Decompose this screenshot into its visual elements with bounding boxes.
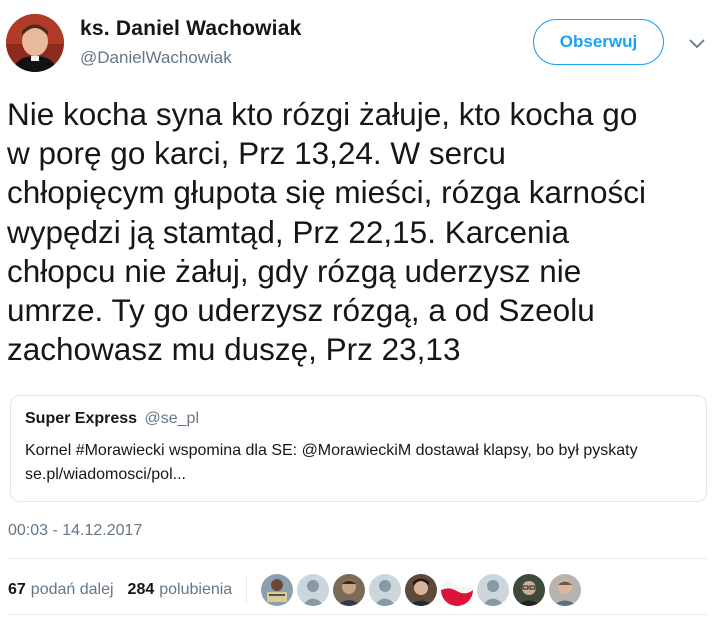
tweet-text-line: chłopcu nie żałuj, gdy rózgą uderzysz ni… — [7, 252, 582, 289]
liker-avatars — [261, 574, 585, 606]
tweet-text-line: wypędzi ją stamtąd, Prz 22,15. Karcenia — [7, 213, 570, 250]
liker-avatar[interactable] — [333, 574, 366, 606]
quoted-tweet[interactable]: Super Express @se_pl Kornel #Morawiecki … — [10, 395, 707, 502]
more-options-button[interactable] — [683, 30, 711, 58]
stats-separator — [246, 576, 248, 604]
tweet-text: Nie kocha syna kto rózgi żałuje, kto koc… — [7, 95, 712, 369]
tweet-text-line: w porę go karci, Prz 13,24. W sercu — [7, 135, 506, 172]
tweet-card: ks. Daniel Wachowiak @DanielWachowiak Ob… — [0, 0, 716, 619]
quoted-tweet-text: Kornel #Morawiecki wspomina dla SE: @Mor… — [25, 439, 700, 487]
quoted-tweet-text-line: Kornel #Morawiecki wspomina dla SE: @Mor… — [25, 442, 638, 459]
author-name[interactable]: ks. Daniel Wachowiak — [80, 17, 301, 41]
retweets-label: podań dalej — [30, 581, 114, 598]
divider — [8, 614, 708, 615]
author-handle[interactable]: @DanielWachowiak — [80, 48, 232, 68]
liker-avatar[interactable] — [549, 574, 582, 606]
likes-stat[interactable]: 284 polubienia — [128, 581, 233, 599]
liker-avatar[interactable] — [261, 574, 294, 606]
chevron-down-icon — [689, 39, 705, 48]
tweet-text-line: zachowasz mu duszę, Prz 23,13 — [7, 331, 461, 368]
quoted-author-name[interactable]: Super Express — [25, 410, 137, 427]
tweet-text-line: umrze. Ty go uderzysz rózgą, a od Szeolu — [7, 292, 595, 329]
quoted-tweet-link[interactable]: se.pl/wiadomosci/pol... — [25, 463, 700, 487]
quoted-tweet-header: Super Express @se_pl — [25, 410, 199, 428]
liker-avatar[interactable] — [477, 574, 510, 606]
tweet-text-line: Nie kocha syna kto rózgi żałuje, kto koc… — [7, 96, 638, 132]
liker-avatar[interactable] — [513, 574, 546, 606]
liker-avatar[interactable] — [405, 574, 438, 606]
retweets-count: 67 — [8, 581, 26, 598]
tweet-timestamp[interactable]: 00:03 - 14.12.2017 — [8, 522, 142, 540]
author-avatar[interactable] — [6, 14, 64, 72]
tweet-stats: 67 podań dalej 284 polubienia — [8, 574, 585, 606]
liker-avatar[interactable] — [441, 574, 474, 606]
tweet-text-line: chłopięcym głupota się mieści, rózga kar… — [7, 174, 647, 211]
likes-label: polubienia — [159, 581, 233, 598]
liker-avatar[interactable] — [369, 574, 402, 606]
follow-button[interactable]: Obserwuj — [533, 19, 664, 65]
likes-count: 284 — [127, 581, 155, 598]
retweets-stat[interactable]: 67 podań dalej — [8, 581, 114, 599]
divider — [8, 558, 708, 559]
quoted-author-handle[interactable]: @se_pl — [145, 410, 200, 427]
liker-avatar[interactable] — [297, 574, 330, 606]
